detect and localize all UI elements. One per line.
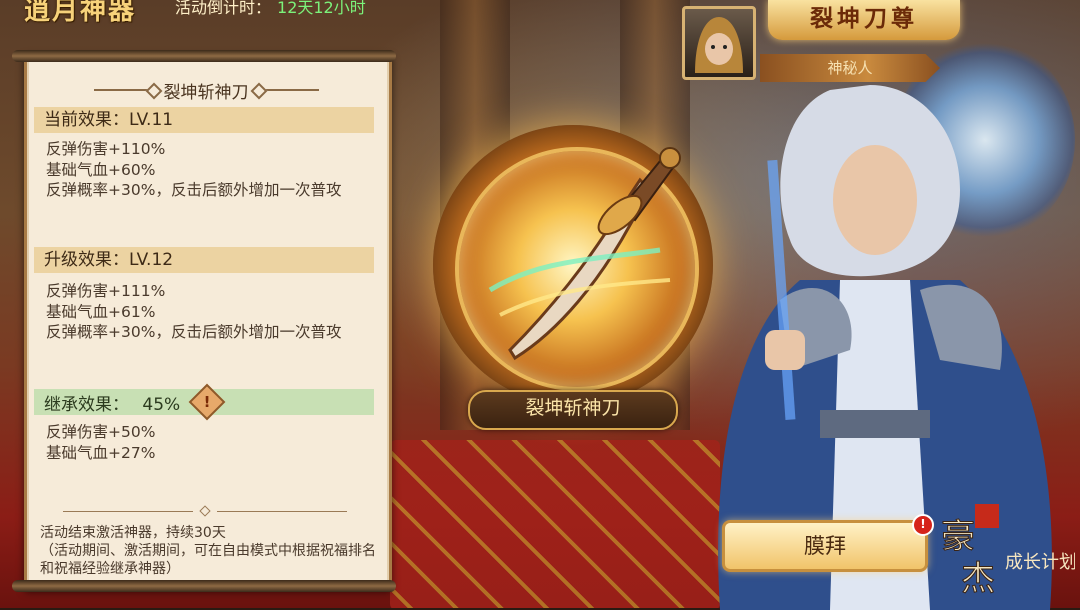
countdown-label: 活动倒计时：	[175, 0, 272, 17]
inherit-effect-header: 继承效果： 45% !	[34, 383, 374, 421]
weapon-name-plate: 裂坤斩神刀	[468, 390, 678, 430]
effect-line: 基础气血+27%	[46, 443, 156, 462]
effect-line: 反弹伤害+50%	[46, 423, 156, 441]
inherit-label: 继承效果：	[44, 395, 129, 415]
panel-title-row: 裂坤斩神刀	[24, 76, 388, 104]
countdown-value: 12天12小时	[277, 0, 366, 17]
warning-mark: !	[203, 393, 211, 411]
activation-note: 活动结束激活神器，持续30天 （活动期间、激活期间，可在自由模式中根据祝福排名和…	[40, 524, 380, 578]
worship-button[interactable]: 膜拜	[722, 520, 928, 572]
effect-line: 反弹伤害+111%	[46, 282, 166, 300]
inherit-effect-list: 反弹伤害+50% 基础气血+27%	[46, 422, 376, 463]
svg-text:杰: 杰	[961, 559, 995, 599]
current-effect-header: 当前效果：LV.11	[34, 107, 374, 133]
svg-text:豪: 豪	[941, 517, 975, 557]
svg-text:成长计划: 成长计划	[1005, 552, 1075, 573]
warning-icon[interactable]: !	[188, 383, 225, 421]
mystery-avatar[interactable]	[682, 6, 756, 80]
character-title-banner: 裂坤刀尊	[768, 0, 960, 40]
growth-plan-logo[interactable]: 豪 杰 成长计划	[935, 498, 1075, 608]
event-countdown: 活动倒计时： 12天12小时	[175, 0, 366, 18]
effect-line: 反弹概率+30%，反击后额外增加一次普攻	[46, 323, 342, 341]
event-title: 逍月神器	[24, 0, 137, 26]
notice-dot-icon: !	[912, 514, 934, 536]
effect-line: 反弹伤害+110%	[46, 140, 166, 158]
scroll-rod-bottom	[12, 580, 396, 592]
panel-title: 裂坤斩神刀	[163, 82, 249, 103]
ornament-icon	[93, 89, 154, 91]
red-carpet	[390, 440, 720, 608]
ornament-icon	[258, 89, 319, 91]
upgrade-effect-list: 反弹伤害+111% 基础气血+61% 反弹概率+30%，反击后额外增加一次普攻	[46, 281, 376, 343]
activation-line: 活动结束激活神器，持续30天	[40, 525, 226, 541]
upgrade-effect-header: 升级效果：LV.12	[34, 247, 374, 273]
inherit-percent: 45%	[142, 395, 181, 415]
effect-line: 基础气血+60%	[46, 160, 156, 179]
divider	[40, 505, 370, 517]
effect-line: 反弹概率+30%，反击后额外增加一次普攻	[46, 181, 342, 199]
activation-detail: （活动期间、激活期间，可在自由模式中根据祝福排名和祝福经验继承神器）	[40, 543, 376, 577]
ornament-icon	[199, 505, 211, 517]
current-effect-list: 反弹伤害+110% 基础气血+60% 反弹概率+30%，反击后额外增加一次普攻	[46, 139, 376, 201]
hooded-figure-icon	[695, 17, 743, 73]
character-name-plate: 神秘人	[760, 54, 940, 82]
effect-line: 基础气血+61%	[46, 302, 156, 321]
scroll-rod-top	[12, 50, 396, 62]
saber-icon[interactable]	[470, 140, 690, 370]
